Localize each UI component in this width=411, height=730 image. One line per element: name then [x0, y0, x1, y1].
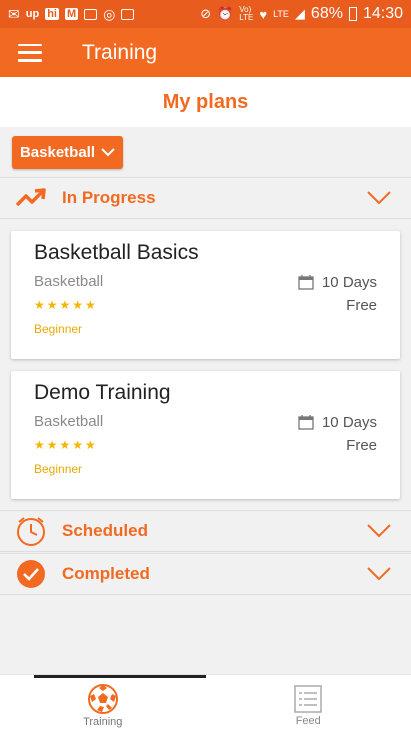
app-bar: Training: [0, 28, 411, 77]
calendar-icon: [298, 275, 314, 290]
tab-training[interactable]: Training: [0, 675, 206, 730]
signal-icon: ◢: [294, 6, 305, 21]
status-bar: ✉ up hi M ◎ ⊘ ⏰ Vo) LTE ♥ LTE ◢ 68% 14:30: [0, 0, 411, 28]
bottom-nav: Training Feed: [0, 674, 411, 730]
content-empty-area: [0, 596, 411, 674]
plan-level: Beginner: [34, 462, 83, 476]
tab-feed[interactable]: Feed: [206, 675, 411, 730]
heart-icon: ♥: [259, 6, 268, 22]
lte-icon: LTE: [273, 9, 289, 19]
soccer-ball-icon: [87, 683, 118, 714]
tab-label: Feed: [295, 714, 321, 727]
calendar-icon: [298, 415, 314, 430]
volte-icon: Vo) LTE: [239, 5, 254, 22]
calendar-status-icon: [121, 8, 135, 20]
section-scheduled[interactable]: Scheduled: [0, 510, 411, 552]
plans-header: My plans: [0, 77, 411, 127]
chevron-down-icon[interactable]: [367, 191, 391, 205]
section-label: Completed: [62, 564, 150, 583]
duration-text: 10 Days: [321, 414, 377, 431]
clock: 14:30: [362, 5, 403, 22]
filter-label: Basketball: [19, 144, 96, 161]
sport-filter-dropdown[interactable]: Basketball: [12, 136, 123, 169]
trending-up-icon: [15, 182, 47, 214]
list-icon: [294, 684, 322, 713]
section-label: In Progress: [62, 188, 156, 207]
tab-label: Training: [83, 715, 123, 728]
plan-sport: Basketball: [34, 273, 104, 290]
mail-icon: ✉: [8, 5, 20, 22]
app-title: Training: [82, 40, 158, 64]
chevron-down-icon[interactable]: [367, 567, 391, 581]
chevron-down-icon[interactable]: [367, 524, 391, 538]
active-tab-indicator: [34, 675, 206, 678]
up-icon: up: [25, 8, 40, 20]
gmail-icon: M: [64, 8, 79, 20]
plan-level: Beginner: [34, 322, 83, 336]
system-status: ⊘ ⏰ Vo) LTE ♥ LTE ◢ 68% 14:30: [200, 5, 403, 23]
plan-title: Demo Training: [34, 381, 171, 404]
plan-sport: Basketball: [34, 413, 104, 430]
alarm-icon: ⏰: [217, 6, 234, 21]
notification-icons: ✉ up hi M ◎: [8, 5, 135, 23]
battery-icon: [348, 7, 357, 21]
check-circle-icon: [15, 558, 47, 590]
battery-percent: 68%: [310, 5, 343, 22]
plan-title: Basketball Basics: [34, 241, 199, 264]
plan-card[interactable]: Basketball Basics Basketball ★★★★★ Begin…: [11, 231, 400, 359]
menu-icon[interactable]: [18, 43, 42, 62]
section-in-progress[interactable]: In Progress: [0, 177, 411, 219]
plan-card[interactable]: Demo Training Basketball ★★★★★ Beginner …: [11, 371, 400, 499]
clock-icon: [15, 515, 47, 547]
whatsapp-icon: ◎: [103, 5, 116, 22]
plan-duration: 10 Days: [298, 414, 377, 431]
section-completed[interactable]: Completed: [0, 553, 411, 595]
plan-price: Free: [346, 297, 377, 314]
plan-duration: 10 Days: [298, 274, 377, 291]
page-title: My plans: [162, 90, 249, 113]
chevron-down-icon: [101, 148, 115, 157]
rating-stars: ★★★★★: [34, 298, 98, 312]
section-label: Scheduled: [62, 521, 148, 540]
rating-stars: ★★★★★: [34, 438, 98, 452]
image-icon: [84, 8, 98, 20]
mute-icon: ⊘: [200, 6, 212, 21]
plan-price: Free: [346, 437, 377, 454]
duration-text: 10 Days: [321, 274, 377, 291]
hi-icon: hi: [45, 8, 59, 20]
